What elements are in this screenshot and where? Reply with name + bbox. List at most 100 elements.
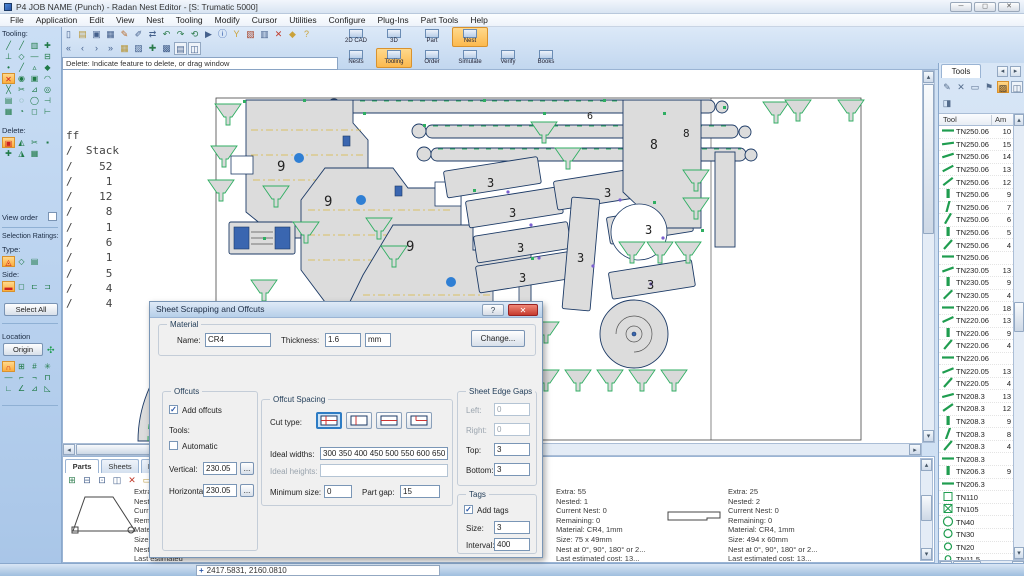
sidebar-icon[interactable]: ✚ xyxy=(41,40,54,51)
tool-row[interactable]: TN220.064 xyxy=(939,340,1013,353)
tool-row[interactable]: TN230.054 xyxy=(939,290,1013,303)
sidebar-icon[interactable]: ◮ xyxy=(15,148,28,159)
canvas-vertical-scrollbar[interactable]: ▴ ▾ xyxy=(922,70,935,443)
tool-row[interactable]: TN110 xyxy=(939,491,1013,504)
sidebar-icon[interactable]: ⊣ xyxy=(41,95,54,106)
tool-row[interactable]: TN250.065 xyxy=(939,227,1013,240)
edit-tool-icon[interactable]: ✎ xyxy=(941,81,953,93)
change-button[interactable]: Change... xyxy=(471,330,525,347)
last-icon[interactable]: » xyxy=(104,42,117,55)
col-amount[interactable]: Am xyxy=(995,114,1006,126)
tool-row[interactable]: TN250.069 xyxy=(939,189,1013,202)
part-gap-field[interactable]: 15 xyxy=(400,485,440,498)
view-order-checkbox[interactable] xyxy=(48,212,57,221)
sidebar-icon[interactable]: ✕ xyxy=(2,73,15,84)
save-icon[interactable]: ▣ xyxy=(90,28,103,41)
table-tool-icon[interactable]: ◫ xyxy=(1011,81,1023,93)
col-tool[interactable]: Tool xyxy=(943,114,957,126)
tool-row[interactable]: TN208.39 xyxy=(939,416,1013,429)
sidebar-icon[interactable]: # xyxy=(28,361,41,372)
minimize-button[interactable]: ─ xyxy=(950,2,972,12)
new-part-icon[interactable]: ⊞ xyxy=(66,474,78,486)
sidebar-icon[interactable]: ◇ xyxy=(15,256,28,267)
cut-type-3-button[interactable] xyxy=(376,412,402,429)
auto-tool-icon[interactable]: ▨ xyxy=(997,81,1009,93)
menu-file[interactable]: File xyxy=(4,15,30,25)
horizontal-browse-button[interactable]: ... xyxy=(240,484,254,497)
tool-row[interactable]: TN250.066 xyxy=(939,214,1013,227)
undo-icon[interactable]: ↶ xyxy=(160,28,173,41)
print-icon[interactable]: ▦ xyxy=(104,28,117,41)
sidebar-icon[interactable]: ▣ xyxy=(2,137,15,148)
tool-row[interactable]: TN208.38 xyxy=(939,428,1013,441)
sidebar-icon[interactable]: ◠ xyxy=(41,73,54,84)
bottom-gap-field[interactable]: 3 xyxy=(494,463,530,476)
sidebar-icon[interactable]: ▣ xyxy=(28,73,41,84)
tool-row[interactable]: TN105 xyxy=(939,504,1013,517)
sidebar-icon[interactable]: ✂ xyxy=(28,137,41,148)
open-icon[interactable]: ▤ xyxy=(76,28,89,41)
sidebar-icon[interactable]: ╱ xyxy=(15,62,28,73)
origin-button[interactable]: Origin xyxy=(3,343,43,356)
sidebar-icon[interactable]: ⊿ xyxy=(28,84,41,95)
btn-3d[interactable]: 3D xyxy=(376,27,412,47)
delete-part-icon[interactable]: ✕ xyxy=(126,474,138,486)
sidebar-icon[interactable]: ◻ xyxy=(15,281,28,292)
minimum-size-field[interactable]: 0 xyxy=(324,485,352,498)
sidebar-icon[interactable]: ◔ xyxy=(15,106,28,117)
sidebar-icon[interactable]: ◬ xyxy=(2,256,15,267)
menu-view[interactable]: View xyxy=(110,15,140,25)
columns-icon[interactable]: ▥ xyxy=(258,28,271,41)
prev-icon[interactable]: ‹ xyxy=(76,42,89,55)
sidebar-icon[interactable]: ▬ xyxy=(2,281,15,292)
scroll-down-icon[interactable]: ▾ xyxy=(923,430,934,442)
tab-parts[interactable]: Parts xyxy=(65,459,99,473)
origin-move-icon[interactable]: ✣ xyxy=(47,345,55,356)
scroll-left-icon[interactable]: ◂ xyxy=(63,444,75,455)
tool-row[interactable]: TN220.0613 xyxy=(939,315,1013,328)
sidebar-icon[interactable]: ∠ xyxy=(15,383,28,394)
dialog-help-button[interactable]: ? xyxy=(482,304,504,316)
cut-type-2-button[interactable] xyxy=(346,412,372,429)
sidebar-icon[interactable]: ⌐ xyxy=(15,372,28,383)
sidebar-icon[interactable]: ⊓ xyxy=(41,372,54,383)
user-delete-icon[interactable]: ✕ xyxy=(272,28,285,41)
sidebar-icon[interactable]: ⊏ xyxy=(28,281,41,292)
sidebar-icon[interactable]: ⊞ xyxy=(15,361,28,372)
tool-row[interactable]: TN208.34 xyxy=(939,441,1013,454)
ideal-widths-field[interactable]: 300 350 400 450 500 550 600 650 7 xyxy=(320,447,448,460)
sidebar-icon[interactable]: ◯ xyxy=(28,95,41,106)
tag-size-field[interactable]: 3 xyxy=(494,521,530,534)
automatic-checkbox[interactable] xyxy=(169,441,178,450)
swap-icon[interactable]: ⇄ xyxy=(146,28,159,41)
sidebar-icon[interactable]: ▤ xyxy=(2,95,15,106)
pointer-icon[interactable]: ▶ xyxy=(202,28,215,41)
panel-next-icon[interactable]: ▸ xyxy=(1010,66,1021,77)
split-icon[interactable]: ◫ xyxy=(188,42,201,55)
btn-nests[interactable]: Nests xyxy=(338,48,374,68)
menu-plug-ins[interactable]: Plug-Ins xyxy=(371,15,414,25)
refresh-icon[interactable]: ⟲ xyxy=(188,28,201,41)
copy-tool-icon[interactable]: ◨ xyxy=(941,97,953,109)
menu-modify[interactable]: Modify xyxy=(209,15,246,25)
redo-icon[interactable]: ↷ xyxy=(174,28,187,41)
tool-row[interactable]: TN20 xyxy=(939,542,1013,555)
sidebar-icon[interactable]: ⊢ xyxy=(41,106,54,117)
menu-configure[interactable]: Configure xyxy=(323,15,372,25)
btn-tooling[interactable]: Tooling xyxy=(376,48,412,68)
menu-cursor[interactable]: Cursor xyxy=(246,15,284,25)
thickness-field[interactable]: 1.6 xyxy=(325,333,361,347)
select-all-button[interactable]: Select All xyxy=(4,303,58,316)
sidebar-icon[interactable]: ✚ xyxy=(2,148,15,159)
scroll-right-icon[interactable]: ▸ xyxy=(909,444,921,455)
sidebar-icon[interactable]: ◆ xyxy=(41,62,54,73)
menu-help[interactable]: Help xyxy=(464,15,493,25)
edit-part-icon[interactable]: ⊟ xyxy=(81,474,93,486)
sidebar-icon[interactable]: ¬ xyxy=(28,372,41,383)
sidebar-icon[interactable]: ▪ xyxy=(41,137,54,148)
tool-row[interactable]: TN220.06 xyxy=(939,353,1013,366)
sidebar-icon[interactable]: ◎ xyxy=(41,84,54,95)
tool-row[interactable]: TN206.39 xyxy=(939,466,1013,479)
sheet-icon[interactable]: ▩ xyxy=(160,42,173,55)
close-button[interactable]: ✕ xyxy=(998,2,1020,12)
